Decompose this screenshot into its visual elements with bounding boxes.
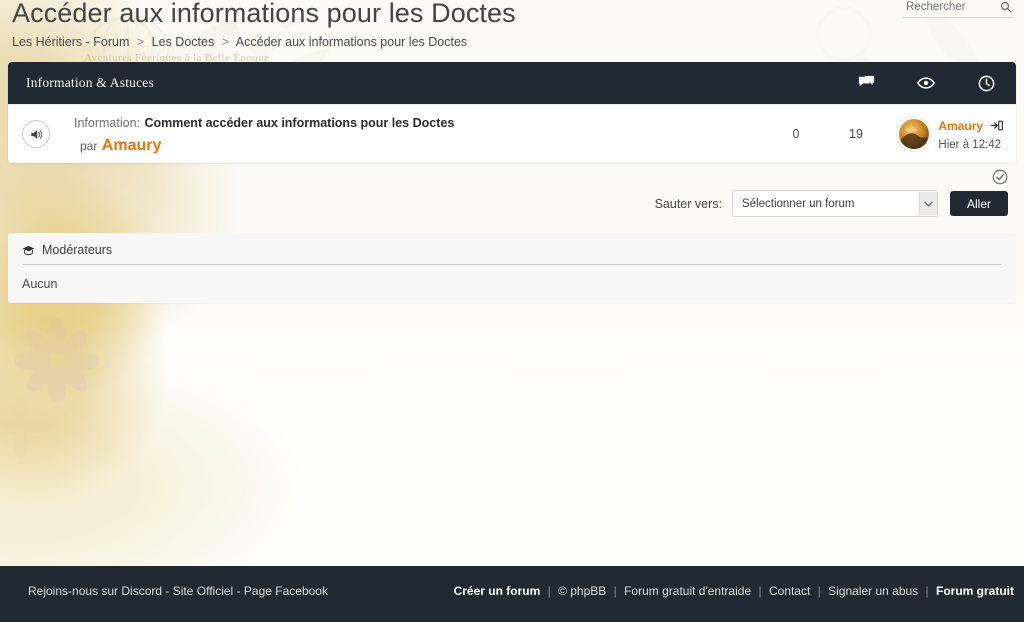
footer-link-creer-un-forum[interactable]: Créer un forum [454,584,541,598]
search-icon[interactable] [1000,1,1012,13]
forum-select[interactable]: Sélectionner un forum [731,190,938,218]
breadcrumb-item-current[interactable]: Accéder aux informations pour les Doctes [236,35,467,49]
footer-left-separator: - [165,584,173,598]
breadcrumb-separator: > [136,35,145,49]
background-flower-1 [14,318,100,404]
topic-prefix: Information: [74,116,141,130]
topic-main: Information: Comment accéder aux informa… [64,105,766,163]
mark-topics-read-icon[interactable] [992,169,1008,185]
breadcrumb-item-les-doctes[interactable]: Les Doctes [152,35,215,49]
footer-link-facebook[interactable]: Page Facebook [244,584,328,598]
forum-select-value: Sélectionner un forum [741,197,855,210]
announcement-megaphone-icon [22,120,50,149]
search-input[interactable] [904,0,982,14]
moderators-title: Modérateurs [42,243,113,258]
footer-right-separator: | [817,584,821,598]
breadcrumb: Les Héritiers - Forum > Les Doctes > Acc… [12,35,467,49]
search-box[interactable] [902,0,1014,18]
moderators-panel: Modérateurs Aucun [8,233,1016,304]
footer-right-separator: | [758,584,762,598]
table-row[interactable]: Information: Comment accéder aux informa… [8,104,1016,164]
go-button[interactable]: Aller [949,191,1008,217]
footer-left-links: Rejoins-nous sur Discord - Site Officiel… [28,584,328,598]
forum-panel: Information & Astuces Information: Comme… [8,62,1016,164]
views-eye-icon [917,77,935,89]
replies-bubble-icon [858,75,874,86]
jump-to-forum-box: Sauter vers: Sélectionner un forum Aller [654,190,1008,218]
footer-link-discord[interactable]: Rejoins-nous sur Discord [28,584,162,598]
forum-title[interactable]: Information & Astuces [8,75,606,91]
topic-title-link[interactable]: Comment accéder aux informations pour le… [144,116,454,130]
forum-header-bar: Information & Astuces [8,62,1016,104]
last-post-clock-icon [978,75,994,91]
goto-last-post-icon[interactable] [989,116,1003,138]
graduation-cap-icon [22,245,35,256]
footer-link-signaler-abus[interactable]: Signaler un abus [828,584,918,598]
footer-right-links: Créer un forum | © phpBB | Forum gratuit… [454,584,1014,598]
moderators-header: Modérateurs [22,243,1002,266]
page-title: Accéder aux informations pour les Doctes [12,0,516,28]
last-post-info: Amaury Hier à 12:42 [929,115,1003,153]
last-post-author-line: Amaury [938,115,1003,138]
footer-right-separator: | [925,584,929,598]
topic-views-count: 19 [849,127,863,142]
topic-author-line: par Amaury [74,134,766,157]
topic-title-line: Information: Comment accéder aux informa… [74,111,766,134]
footer-link-entraide[interactable]: Forum gratuit d'entraide [624,584,751,598]
last-post-date: Hier à 12:42 [938,138,1002,151]
breadcrumb-separator: > [221,35,229,49]
footer-link-phpbb[interactable]: © phpBB [558,584,606,598]
footer-right-separator: | [613,584,617,598]
footer-left-separator: - [236,584,244,598]
moderators-value: Aucun [22,277,58,292]
column-header-last-post [956,75,1016,92]
footer-link-contact[interactable]: Contact [769,584,810,598]
topic-by-label: par [80,139,98,154]
column-header-replies [836,75,896,92]
topic-last-post-cell: Amaury Hier à 12:42 [886,115,1016,153]
column-header-views [896,76,956,90]
breadcrumb-item-forum[interactable]: Les Héritiers - Forum [12,35,129,49]
avatar[interactable] [899,119,930,150]
topic-status-cell [8,120,64,149]
chevron-down-icon[interactable] [918,192,937,216]
page-header: Accéder aux informations pour les Doctes… [0,0,1024,56]
topic-author-link[interactable]: Amaury [102,137,162,154]
utilities-bar: Sauter vers: Sélectionner un forum Aller [8,163,1016,229]
footer-link-site-officiel[interactable]: Site Officiel [173,584,233,598]
topic-replies-count: 0 [792,127,800,142]
footer-right-separator: | [547,584,551,598]
last-post-author-link[interactable]: Amaury [938,119,983,133]
background-flower-2 [0,394,54,460]
page-footer: Rejoins-nous sur Discord - Site Officiel… [0,566,1024,622]
footer-link-forum-gratuit[interactable]: Forum gratuit [936,584,1014,598]
jump-to-label: Sauter vers: [654,196,722,211]
